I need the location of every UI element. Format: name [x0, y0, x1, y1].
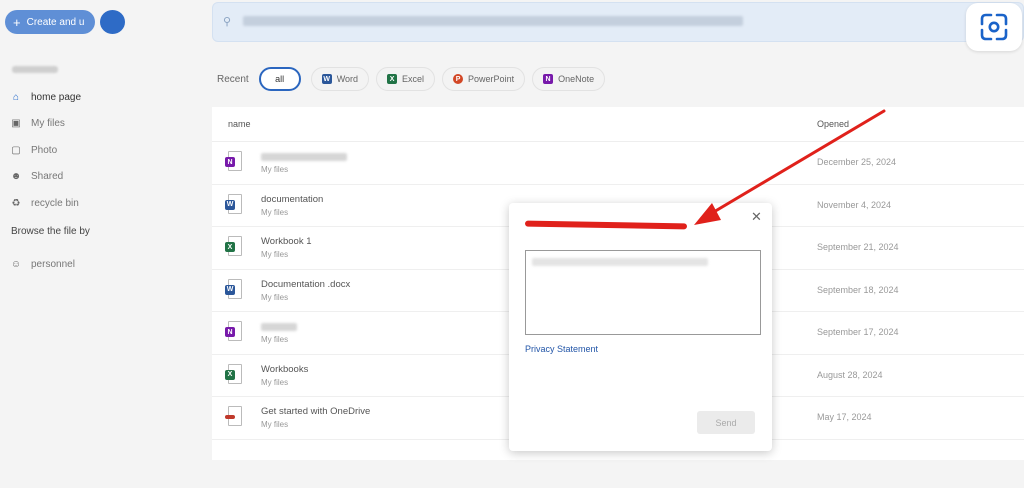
filter-label: PowerPoint: [468, 74, 515, 84]
search-icon: ⚲: [223, 16, 232, 28]
search-bar[interactable]: ⚲: [212, 2, 1024, 42]
red-scribble-redaction: [524, 220, 688, 230]
file-name: documentation: [261, 193, 324, 205]
visual-search-button[interactable]: [966, 3, 1022, 51]
account-name-redacted: [12, 66, 58, 73]
word-icon: W: [321, 74, 332, 84]
recent-label: Recent: [217, 73, 249, 85]
filter-label: Excel: [402, 74, 425, 84]
file-opened-date: September 21, 2024: [817, 242, 899, 252]
file-location: My files: [261, 250, 289, 259]
photo-icon: ▢: [11, 144, 21, 156]
file-opened-date: November 4, 2024: [817, 199, 892, 210]
filter-label: all: [275, 74, 285, 84]
file-name: Workbooks: [261, 363, 309, 375]
filter-label: Word: [336, 74, 359, 84]
sidebar-item-photo[interactable]: ▢ Photo: [10, 137, 81, 164]
file-opened-date: December 25, 2024: [817, 157, 897, 167]
browse-by-heading: Browse the file by: [11, 226, 90, 237]
file-name: Documentation .docx: [261, 278, 351, 290]
file-location: My files: [261, 377, 289, 387]
file-location: My files: [261, 165, 289, 174]
filter-onenote[interactable]: N OneNote: [532, 67, 606, 91]
file-location: My files: [261, 335, 289, 344]
sidebar-item-recycle-bin[interactable]: ♻ recycle bin: [10, 190, 81, 217]
recent-filters: Recent all W Word X Excel P PowerPoint N…: [217, 67, 612, 91]
trash-icon: ♻: [11, 197, 21, 209]
feedback-textarea[interactable]: [525, 250, 761, 335]
folder-icon: ▣: [11, 118, 21, 130]
column-header-opened[interactable]: Opened: [817, 119, 849, 129]
file-opened-date: September 18, 2024: [817, 284, 899, 295]
lens-scan-icon: [980, 13, 1008, 41]
excel-file-icon: X: [225, 363, 242, 384]
textarea-placeholder-redacted: [532, 258, 708, 266]
file-name-redacted: [261, 323, 297, 331]
search-placeholder-redacted: [243, 16, 743, 26]
sidebar-item-label: Photo: [31, 144, 58, 156]
plus-icon: +: [13, 14, 21, 30]
onenote-file-icon: N: [225, 151, 242, 171]
create-dropdown-button[interactable]: [100, 10, 125, 34]
file-location: My files: [261, 207, 289, 217]
filter-excel[interactable]: X Excel: [376, 67, 436, 91]
word-file-icon: W: [225, 193, 242, 214]
word-file-icon: W: [225, 278, 242, 299]
file-list-header: name Opened: [212, 107, 1024, 142]
excel-file-icon: X: [225, 236, 242, 256]
sidebar: + Create and u ⌂ home page ▣ My files ▢ …: [0, 0, 210, 488]
dialog-title: [524, 220, 688, 230]
onenote-file-icon: N: [225, 321, 242, 341]
sidebar-nav: ⌂ home page ▣ My files ▢ Photo ☻ Shared …: [10, 84, 81, 217]
sidebar-item-label: personnel: [31, 258, 75, 270]
file-location: My files: [261, 420, 289, 429]
filter-all[interactable]: all: [258, 67, 301, 91]
sidebar-item-my-files[interactable]: ▣ My files: [10, 111, 81, 138]
feedback-dialog: ✕ Privacy Statement Send: [509, 203, 772, 451]
onedrive-file-icon: [225, 406, 242, 426]
column-header-name[interactable]: name: [228, 119, 251, 129]
send-button[interactable]: Send: [697, 411, 755, 434]
sidebar-item-label: home page: [31, 91, 82, 103]
file-opened-date: September 17, 2024: [817, 327, 899, 337]
file-opened-date: August 28, 2024: [817, 369, 883, 380]
file-name-redacted: [261, 153, 347, 161]
create-upload-button[interactable]: + Create and u: [5, 10, 95, 34]
sidebar-item-label: My files: [31, 118, 65, 130]
close-icon[interactable]: ✕: [751, 209, 762, 225]
sidebar-item-home[interactable]: ⌂ home page: [10, 84, 81, 111]
sidebar-item-shared[interactable]: ☻ Shared: [10, 164, 81, 191]
file-name: Workbook 1: [261, 236, 312, 247]
filter-powerpoint[interactable]: P PowerPoint: [442, 67, 526, 91]
filter-label: OneNote: [558, 74, 595, 84]
file-location: My files: [261, 292, 289, 302]
excel-icon: X: [387, 74, 398, 84]
home-icon: ⌂: [12, 91, 20, 103]
sidebar-item-personnel[interactable]: ☺ personnel: [10, 251, 75, 278]
person-icon: ☺: [10, 258, 22, 270]
filter-word[interactable]: W Word: [310, 67, 370, 91]
people-icon: ☻: [10, 171, 22, 183]
privacy-statement-link[interactable]: Privacy Statement: [525, 344, 598, 354]
powerpoint-icon: P: [453, 74, 464, 84]
file-name: Get started with OneDrive: [261, 406, 371, 417]
sidebar-item-label: Shared: [31, 171, 64, 183]
sidebar-item-label: recycle bin: [31, 197, 79, 209]
create-upload-label: Create and u: [26, 16, 85, 28]
file-opened-date: May 17, 2024: [817, 412, 872, 422]
onenote-icon: N: [543, 74, 554, 84]
table-row[interactable]: N My files December 25, 2024: [212, 142, 1024, 185]
